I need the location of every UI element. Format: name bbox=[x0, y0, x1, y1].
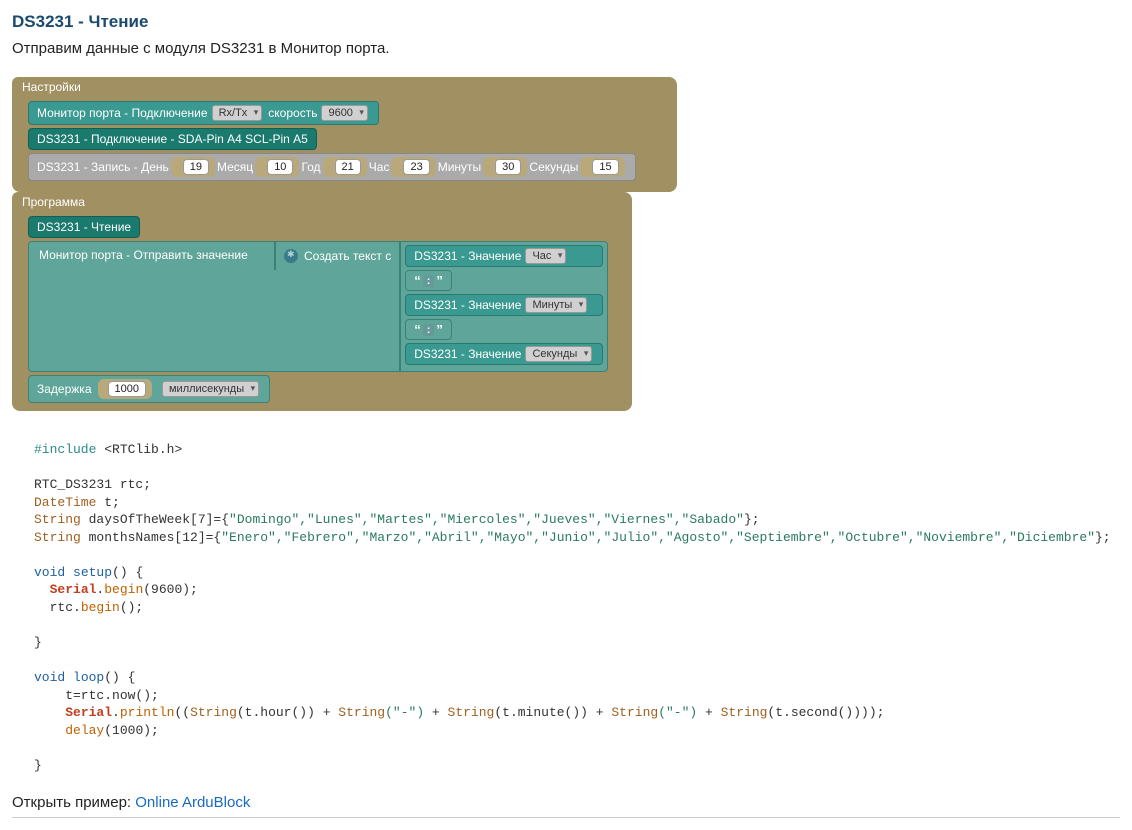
footer-label: Открыть пример: bbox=[12, 794, 135, 811]
page-title: DS3231 - Чтение bbox=[12, 12, 1120, 32]
val-label-2: DS3231 - Значение bbox=[414, 298, 521, 312]
create-text-label: Создать текст с bbox=[304, 249, 391, 263]
footer: Открыть пример: Online ArduBlock bbox=[12, 794, 1120, 818]
val-sec-block[interactable]: DS3231 - Значение Секунды bbox=[405, 343, 603, 365]
monitor-send-label: Монитор порта - Отправить значение bbox=[29, 242, 274, 268]
delay-block[interactable]: Задержка 1000 миллисекунды bbox=[28, 375, 270, 403]
intro-text: Отправим данные с модуля DS3231 в Монито… bbox=[12, 40, 1120, 57]
speed-label: скорость bbox=[268, 106, 317, 120]
sep2-text: : bbox=[423, 324, 435, 336]
program-group: Программа DS3231 - Чтение Монитор порта … bbox=[12, 192, 632, 411]
hour-label: Час bbox=[369, 160, 390, 174]
ds-read-block[interactable]: DS3231 - Чтение bbox=[28, 216, 140, 238]
val-min-block[interactable]: DS3231 - Значение Минуты bbox=[405, 294, 603, 316]
delay-field[interactable]: 1000 bbox=[108, 381, 146, 397]
blockly-canvas: Настройки Монитор порта - Подключение Rx… bbox=[12, 77, 1120, 411]
hour-field[interactable]: 23 bbox=[403, 159, 429, 175]
val-label-3: DS3231 - Значение bbox=[414, 347, 521, 361]
settings-group: Настройки Монитор порта - Подключение Rx… bbox=[12, 77, 677, 192]
ds-write-block[interactable]: DS3231 - Запись - День 19 Месяц 10 Год 2… bbox=[28, 153, 636, 181]
speed-dropdown[interactable]: 9600 bbox=[321, 105, 367, 121]
monitor-conn-label: Монитор порта - Подключение bbox=[37, 106, 208, 120]
val-min-dropdown[interactable]: Минуты bbox=[525, 297, 587, 313]
monitor-send-block[interactable]: Монитор порта - Отправить значение Созда… bbox=[28, 241, 608, 372]
month-label: Месяц bbox=[217, 160, 253, 174]
code-block: #include <RTClib.h> RTC_DS3231 rtc; Date… bbox=[34, 441, 1120, 774]
rxtx-dropdown[interactable]: Rx/Tx bbox=[212, 105, 263, 121]
footer-link[interactable]: Online ArduBlock bbox=[135, 794, 250, 811]
text-stack: DS3231 - Значение Час “ : ” DS3231 - Зна… bbox=[399, 242, 607, 371]
sec-label: Секунды bbox=[529, 160, 578, 174]
val-sec-dropdown[interactable]: Секунды bbox=[525, 346, 592, 362]
day-field[interactable]: 19 bbox=[183, 159, 209, 175]
min-field[interactable]: 30 bbox=[495, 159, 521, 175]
val-label: DS3231 - Значение bbox=[414, 249, 521, 263]
month-field[interactable]: 10 bbox=[267, 159, 293, 175]
val-hour-dropdown[interactable]: Час bbox=[525, 248, 566, 264]
sep2-block[interactable]: “ : ” bbox=[405, 319, 452, 340]
settings-header: Настройки bbox=[12, 77, 91, 97]
sep1-block[interactable]: “ : ” bbox=[405, 270, 452, 291]
val-hour-block[interactable]: DS3231 - Значение Час bbox=[405, 245, 603, 267]
sep1-text: : bbox=[423, 275, 435, 287]
sec-field[interactable]: 15 bbox=[592, 159, 618, 175]
delay-unit-dropdown[interactable]: миллисекунды bbox=[162, 381, 259, 397]
program-header: Программа bbox=[12, 192, 95, 212]
create-text-col: Создать текст с bbox=[274, 242, 399, 270]
gear-icon[interactable] bbox=[284, 249, 298, 263]
write-label: DS3231 - Запись - День bbox=[37, 160, 169, 174]
min-label: Минуты bbox=[438, 160, 481, 174]
year-field[interactable]: 21 bbox=[335, 159, 361, 175]
monitor-conn-block[interactable]: Монитор порта - Подключение Rx/Tx скорос… bbox=[28, 101, 379, 125]
delay-label: Задержка bbox=[37, 382, 92, 396]
ds-conn-block[interactable]: DS3231 - Подключение - SDA-Pin А4 SCL-Pi… bbox=[28, 128, 317, 150]
year-label: Год bbox=[301, 160, 320, 174]
